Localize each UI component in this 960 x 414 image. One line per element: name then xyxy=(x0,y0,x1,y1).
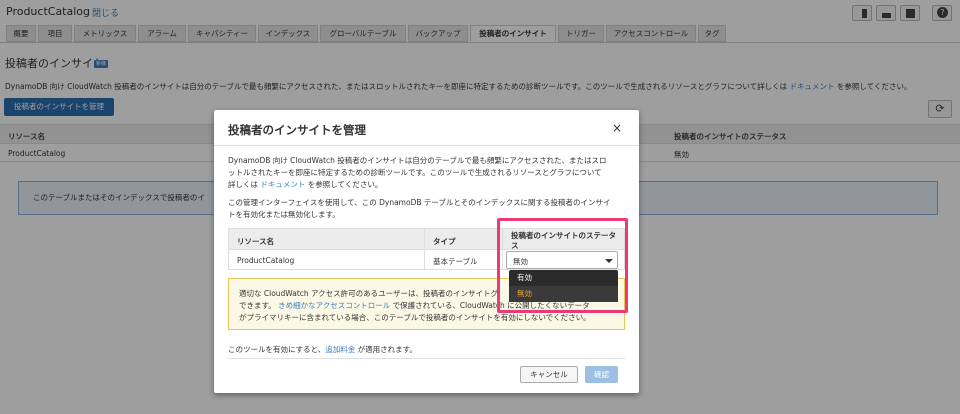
intro-line: ットルされたキーを即座に特定するための診断ツールです。このツールで生成されるリソ… xyxy=(228,168,602,177)
dialog-divider xyxy=(214,145,639,146)
column-divider xyxy=(424,228,425,270)
intro-prefix: 詳しくは xyxy=(228,180,258,189)
column-header-resource: リソース名 xyxy=(237,237,275,246)
intro-line: DynamoDB 向け CloudWatch 投稿者のインサイトは自分のテーブル… xyxy=(228,156,607,165)
cancel-button[interactable]: キャンセル xyxy=(520,366,578,383)
additional-charges-link[interactable]: 追加料金 xyxy=(325,345,355,354)
manage-insights-dialog: 投稿者のインサイトを管理 × DynamoDB 向け CloudWatch 投稿… xyxy=(214,110,639,393)
row-resource-name: ProductCatalog xyxy=(237,256,295,265)
warning-prefix: できます。 xyxy=(239,301,276,310)
cost-note: このツールを有効にすると、追加料金 が適用されます。 xyxy=(228,344,417,355)
column-header-type: タイプ xyxy=(433,237,456,246)
warning-line: がプライマリキーに含まれている場合、このテーブルで投稿者のインサイトを有効にしな… xyxy=(239,313,591,322)
close-icon[interactable]: × xyxy=(612,121,622,135)
confirm-button[interactable]: 確認 xyxy=(585,366,618,383)
instruction-line: この管理インターフェイスを使用して、この DynamoDB テーブルとそのインデ… xyxy=(228,198,611,207)
cost-suffix: が適用されます。 xyxy=(357,345,417,354)
intro-line: 詳しくは ドキュメント を参照してください。 xyxy=(228,179,628,191)
row-type: 基本テーブル xyxy=(433,257,478,266)
dialog-title: 投稿者のインサイトを管理 xyxy=(228,123,366,137)
footer-divider xyxy=(228,358,625,359)
intro-suffix: を参照してください。 xyxy=(307,180,383,189)
highlight-box xyxy=(497,218,628,313)
cost-prefix: このツールを有効にすると、 xyxy=(228,345,326,354)
documentation-link[interactable]: ドキュメント xyxy=(260,180,305,189)
dialog-intro: DynamoDB 向け CloudWatch 投稿者のインサイトは自分のテーブル… xyxy=(228,155,628,191)
access-control-link[interactable]: きめ細かなアクセスコントロール xyxy=(278,301,390,310)
